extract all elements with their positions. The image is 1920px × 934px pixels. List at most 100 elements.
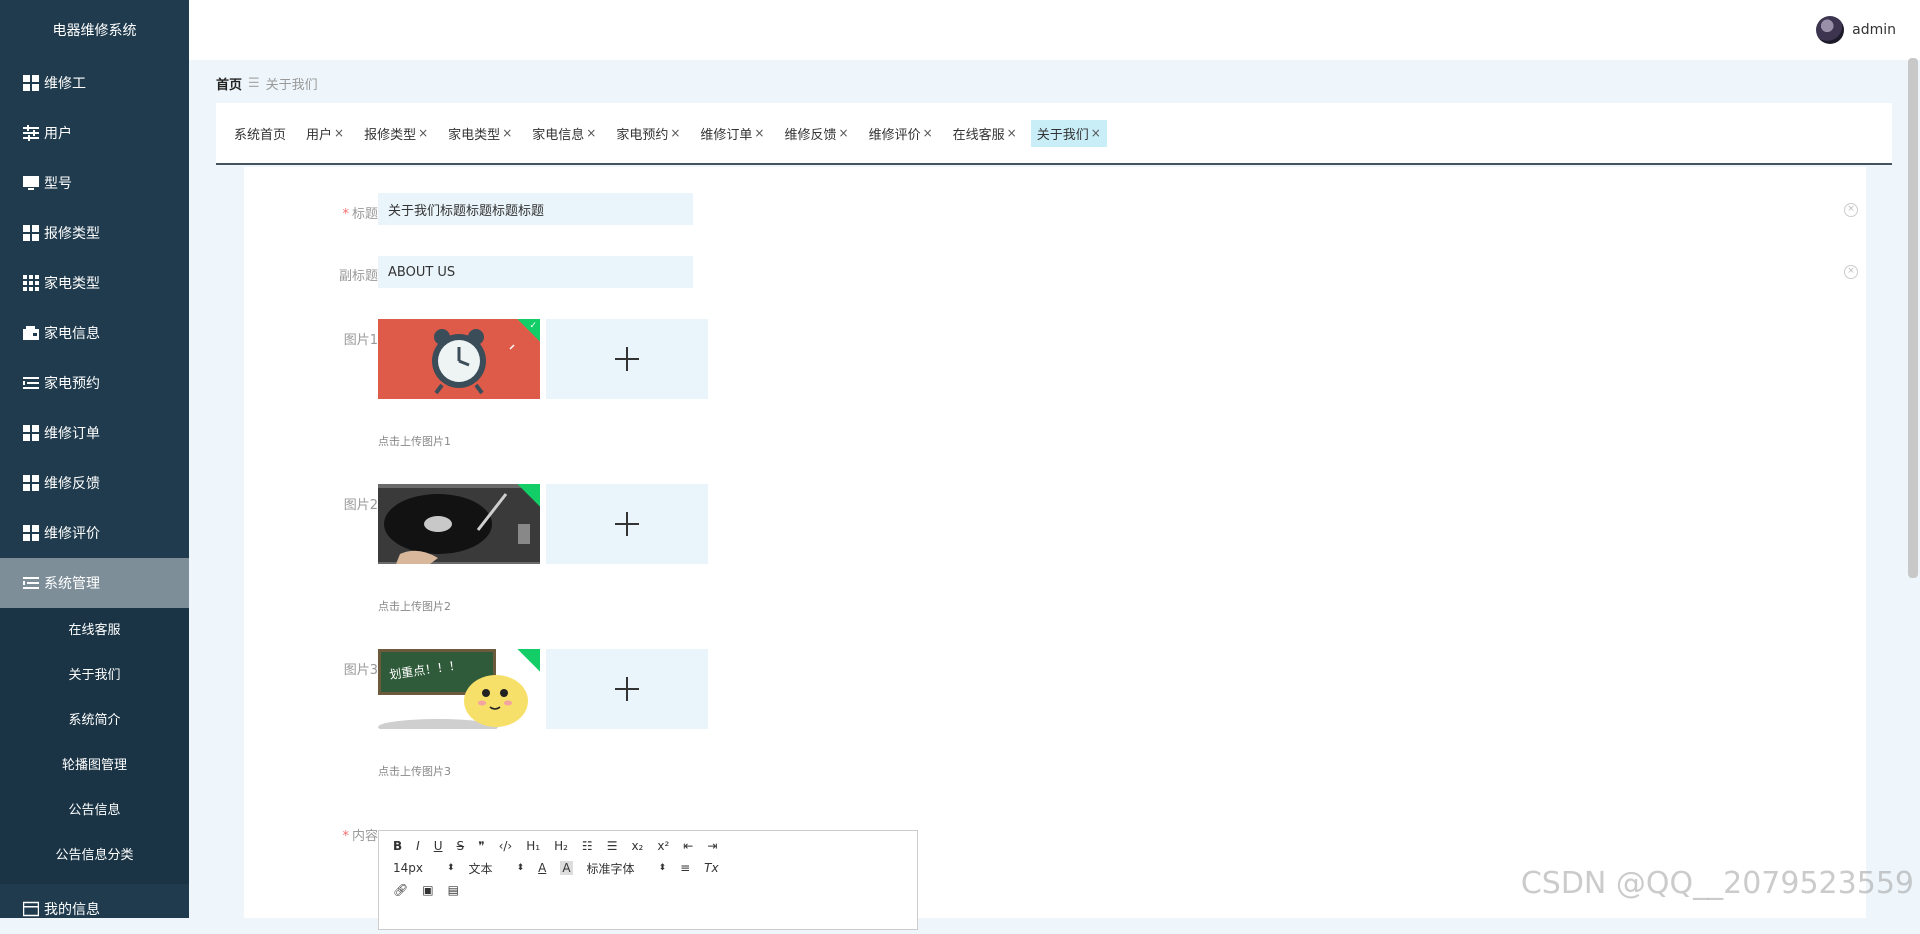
tab-repair-order[interactable]: 维修订单 × <box>694 120 770 147</box>
strike-button[interactable]: S <box>457 839 465 853</box>
tab-online-service[interactable]: 在线客服 × <box>947 120 1023 147</box>
tab-appliance-type[interactable]: 家电类型 × <box>442 120 518 147</box>
sidebar-subitem-carousel[interactable]: 轮播图管理 <box>0 743 189 788</box>
pic3-hint: 点击上传图片3 <box>378 765 451 778</box>
block-type-select[interactable]: 文本 ⬍ <box>469 860 525 877</box>
h2-button[interactable]: H₂ <box>554 839 568 853</box>
tab-appliance-info[interactable]: 家电信息 × <box>526 120 602 147</box>
close-icon[interactable]: × <box>670 126 680 140</box>
close-icon[interactable]: × <box>923 126 933 140</box>
sidebar-item-label: 家电信息 <box>44 326 100 342</box>
ordered-list-icon[interactable]: ☷ <box>582 839 593 853</box>
tab-about-us[interactable]: 关于我们 × <box>1030 119 1107 147</box>
bold-button[interactable]: B <box>393 839 402 853</box>
subtitle-input[interactable] <box>378 256 693 288</box>
sidebar-item-repairman[interactable]: 维修工 <box>0 58 189 108</box>
close-icon[interactable]: × <box>839 126 849 140</box>
breadcrumb-home[interactable]: 首页 <box>216 74 242 93</box>
sidebar-item-repair-feedback[interactable]: 维修反馈 <box>0 458 189 508</box>
tab-repair-review[interactable]: 维修评价 × <box>863 120 939 147</box>
app-title: 电器维修系统 <box>52 23 137 39</box>
font-family-select[interactable]: 标准字体 ⬍ <box>587 860 667 877</box>
sidebar-item-repair-type[interactable]: 报修类型 <box>0 208 189 258</box>
sidebar-item-label: 维修工 <box>44 76 86 92</box>
tab-repair-feedback[interactable]: 维修反馈 × <box>778 120 854 147</box>
breadcrumb-current: 关于我们 <box>265 78 318 93</box>
form-card: *标题 × 副标题 × 图片1 ✓ 点击上传图片1 图片2 <box>244 167 1866 918</box>
align-icon[interactable]: ≡ <box>680 861 690 875</box>
tab-label: 维修订单 <box>700 127 753 143</box>
upload-button-pic2[interactable] <box>546 484 708 564</box>
sidebar-item-model[interactable]: 型号 <box>0 158 189 208</box>
tab-label: 系统首页 <box>234 127 287 143</box>
italic-button[interactable]: I <box>416 839 420 853</box>
superscript-button[interactable]: x² <box>657 839 669 853</box>
close-icon[interactable]: × <box>502 126 512 140</box>
clear-icon[interactable]: × <box>1844 265 1858 279</box>
alarm-clock-image[interactable]: ✓ <box>378 319 540 399</box>
sidebar: 电器维修系统 维修工 用户 型号 报修类型 家电类型 家电信息 家电预约 维修订… <box>0 0 189 918</box>
updown-caret-icon: ⬍ <box>447 863 455 873</box>
sidebar-subitem-online-service[interactable]: 在线客服 <box>0 608 189 653</box>
tab-label: 维修反馈 <box>784 127 837 143</box>
code-icon[interactable]: ‹/› <box>499 839 513 853</box>
font-color-icon[interactable]: A <box>538 861 546 875</box>
sidebar-item-repair-order[interactable]: 维修订单 <box>0 408 189 458</box>
sidebar-item-label: 维修订单 <box>44 426 100 442</box>
updown-caret-icon: ⬍ <box>516 863 525 873</box>
background-color-icon[interactable]: A <box>560 861 573 875</box>
image-icon[interactable]: ▣ <box>422 883 433 897</box>
tab-appliance-booking[interactable]: 家电预约 × <box>610 120 686 147</box>
link-icon[interactable]: 🔗︎ <box>393 883 408 897</box>
tab-home[interactable]: 系统首页 <box>228 120 292 147</box>
close-icon[interactable]: × <box>334 126 344 140</box>
sidebar-item-system[interactable]: 系统管理 <box>0 558 189 608</box>
clear-format-button[interactable]: Tx <box>704 861 718 875</box>
required-mark: * <box>342 829 349 844</box>
h1-button[interactable]: H₁ <box>526 839 540 853</box>
sidebar-item-appliance-booking[interactable]: 家电预约 <box>0 358 189 408</box>
sliders-icon <box>22 124 40 142</box>
editor-toolbar-row-2: 14px ⬍ 文本 ⬍ A A 标准字体 ⬍ ≡ Tx <box>379 857 917 879</box>
check-icon: ✓ <box>529 321 537 331</box>
close-icon[interactable]: × <box>418 126 428 140</box>
tab-repair-type[interactable]: 报修类型 × <box>358 120 434 147</box>
quote-icon[interactable]: ❞ <box>478 839 484 853</box>
content-label-text: 内容 <box>351 829 378 844</box>
cartoon-blackboard-image[interactable]: 划重点！！！ <box>378 649 540 729</box>
sidebar-item-user[interactable]: 用户 <box>0 108 189 158</box>
sidebar-item-appliance-info[interactable]: 家电信息 <box>0 308 189 358</box>
sidebar-subitem-notice[interactable]: 公告信息 <box>0 788 189 833</box>
title-input[interactable] <box>378 193 693 225</box>
outdent-icon[interactable]: ⇤ <box>683 839 693 853</box>
sidebar-subitem-system-intro[interactable]: 系统简介 <box>0 698 189 743</box>
close-icon[interactable]: × <box>754 126 764 140</box>
sidebar-item-label: 系统管理 <box>44 576 100 592</box>
upload-button-pic1[interactable] <box>546 319 708 399</box>
avatar[interactable] <box>1816 16 1845 44</box>
close-icon[interactable]: × <box>1091 126 1101 140</box>
sidebar-item-my-info[interactable]: 我的信息 <box>0 884 189 934</box>
indent-icon[interactable]: ⇥ <box>707 839 717 853</box>
title-label: * 标题 <box>298 203 378 222</box>
close-icon[interactable]: × <box>586 126 596 140</box>
scrollbar[interactable] <box>1908 58 1918 578</box>
sidebar-item-repair-review[interactable]: 维修评价 <box>0 508 189 558</box>
subscript-button[interactable]: x₂ <box>631 839 643 853</box>
editor-toolbar-row-1: B I U S ❞ ‹/› H₁ H₂ ☷ ☰ x₂ x² ⇤ ⇥ <box>379 835 917 857</box>
bullet-list-icon[interactable]: ☰ <box>607 839 618 853</box>
pic3-label: 图片3 <box>343 663 378 678</box>
video-icon[interactable]: ▤ <box>448 883 459 897</box>
font-size-select[interactable]: 14px ⬍ <box>393 861 455 875</box>
sidebar-item-appliance-type[interactable]: 家电类型 <box>0 258 189 308</box>
apps-icon <box>22 274 40 292</box>
underline-button[interactable]: U <box>434 839 443 853</box>
turntable-image[interactable] <box>378 484 540 564</box>
user-menu[interactable]: admin <box>1816 16 1896 44</box>
close-icon[interactable]: × <box>1007 126 1017 140</box>
tab-user[interactable]: 用户 × <box>300 120 350 147</box>
upload-button-pic3[interactable] <box>546 649 708 729</box>
sidebar-subitem-notice-category[interactable]: 公告信息分类 <box>0 833 189 878</box>
clear-icon[interactable]: × <box>1844 203 1858 217</box>
sidebar-subitem-about-us[interactable]: 关于我们 <box>0 653 189 698</box>
